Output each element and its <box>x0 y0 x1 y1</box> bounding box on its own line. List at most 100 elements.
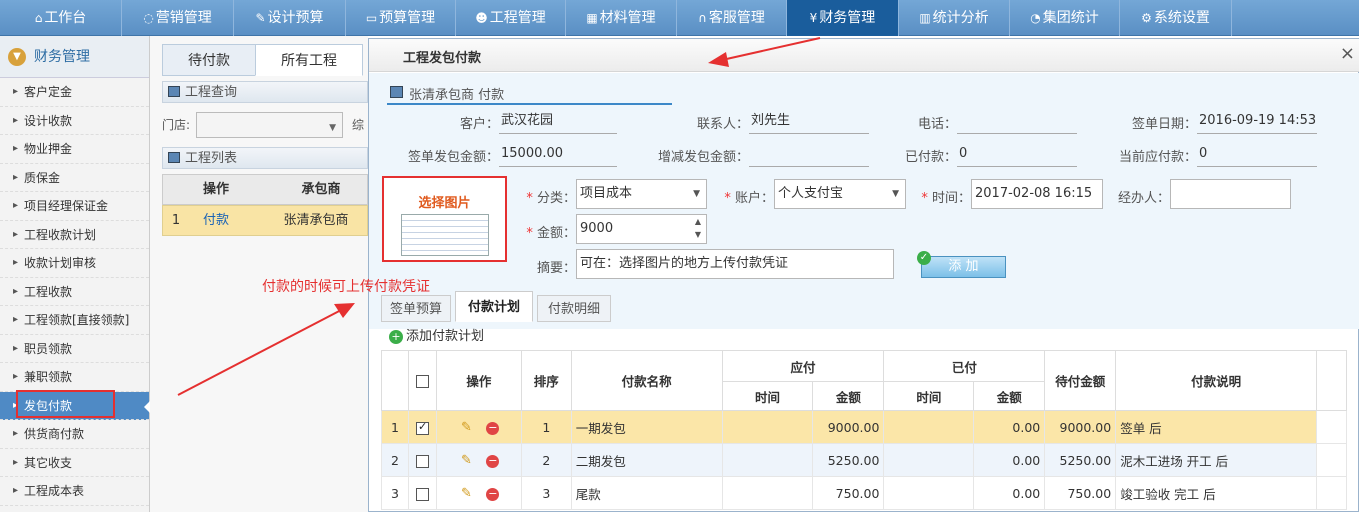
delete-icon[interactable]: − <box>486 422 500 435</box>
sidebar-item-plan-review[interactable]: 收款计划审核 <box>0 249 149 278</box>
sidebar-item-property-deposit[interactable]: 物业押金 <box>0 135 149 164</box>
add-button[interactable]: ✓ 添 加 <box>917 251 1006 278</box>
project-list-header: 工程列表 <box>162 147 368 169</box>
account-select[interactable]: 个人支付宝 ▼ <box>774 179 906 209</box>
nav-item-service[interactable]: ∩ 客服管理 <box>677 0 787 36</box>
pie-icon: ◔ <box>1030 11 1041 25</box>
nav-item-statistics[interactable]: ▥ 统计分析 <box>899 0 1010 36</box>
sidebar-item-subcontract-payment[interactable]: 发包付款 <box>0 391 150 420</box>
adjust-amount-value <box>749 143 869 167</box>
time-input[interactable]: 2017-02-08 16:15 <box>971 179 1103 209</box>
sidebar-item-other[interactable]: 其它收支 <box>0 449 149 477</box>
tab-contract-budget[interactable]: 签单预算 <box>381 295 451 322</box>
gear-icon: ⚙ <box>1141 11 1152 25</box>
home-icon: ⌂ <box>34 11 43 25</box>
nav-item-material[interactable]: ▦ 材料管理 <box>566 0 677 36</box>
pencil-icon[interactable]: ✎ <box>458 453 474 468</box>
nav-item-project[interactable]: ☻ 工程管理 <box>456 0 566 36</box>
chevron-down-icon: ▼ <box>892 189 899 199</box>
dialog-titlebar: 工程发包付款 × <box>369 39 1359 72</box>
table-row[interactable]: 1 ✎− 1 一期发包 9000.00 0.00 9000.00 签单 后 <box>381 410 1348 444</box>
sidebar: ▼财务管理 客户定金 设计收款 物业押金 质保金 项目经理保证金 工程收款计划 … <box>0 36 150 512</box>
sidebar-item-pm-guarantee[interactable]: 项目经理保证金 <box>0 192 149 221</box>
pencil-icon[interactable]: ✎ <box>458 486 474 501</box>
image-upload[interactable]: 选择图片 <box>382 176 507 262</box>
sidebar-item-customer-deposit[interactable]: 客户定金 <box>0 78 149 107</box>
contact-value: 刘先生 <box>749 110 869 134</box>
nav-item-finance[interactable]: ¥ 财务管理 <box>787 0 899 36</box>
select-all-checkbox[interactable] <box>407 350 437 411</box>
nav-item-settings[interactable]: ⚙ 系统设置 <box>1120 0 1232 36</box>
nav-item-design-budget[interactable]: ✎ 设计预算 <box>234 0 346 36</box>
sidebar-item-staff-draw[interactable]: 职员领款 <box>0 335 149 363</box>
paid-value: 0 <box>957 143 1077 167</box>
pencil-icon[interactable]: ✎ <box>458 420 474 435</box>
project-panel: 待付款 所有工程 工程查询 门店: ▼ 综 工程列表 操作 承包商 1 付款 张… <box>150 36 368 512</box>
project-list-head: 操作 承包商 <box>162 174 368 205</box>
nav-item-group-stats[interactable]: ◔ 集团统计 <box>1010 0 1120 36</box>
signdate-value: 2016-09-19 14:53 <box>1197 110 1317 134</box>
sidebar-item-receipt-plan[interactable]: 工程收款计划 <box>0 221 149 249</box>
contract-amount-value: 15000.00 <box>499 143 617 167</box>
category-select[interactable]: 项目成本 ▼ <box>576 179 707 209</box>
row-checkbox[interactable] <box>415 454 429 468</box>
sidebar-item-project-receipt[interactable]: 工程收款 <box>0 278 149 306</box>
spinner-arrows-icon[interactable]: ▲ ▼ <box>695 215 701 241</box>
yen-icon: ¥ <box>809 11 818 25</box>
sidebar-item-cost-table[interactable]: 工程成本表 <box>0 477 149 506</box>
tab-payment-plan[interactable]: 付款计划 <box>455 291 533 322</box>
phone-value <box>957 110 1077 134</box>
payment-plan-table: 操作 排序 付款名称 应付 已付 待付金额 付款说明 时间 金额 时间 金额 1… <box>381 350 1348 510</box>
project-query-header: 工程查询 <box>162 81 368 103</box>
chevron-down-icon: ▼ <box>8 48 26 66</box>
plus-icon: + <box>389 330 403 344</box>
chat-icon: ◌ <box>143 11 154 25</box>
store-select[interactable]: ▼ <box>196 112 343 138</box>
sidebar-item-supplier-payment[interactable]: 供货商付款 <box>0 420 149 449</box>
nav-item-workbench[interactable]: ⌂ 工作台 <box>0 0 122 36</box>
store-filter: 门店: ▼ 综 <box>162 110 368 140</box>
monitor-icon <box>168 86 180 97</box>
sidebar-item-direct-draw[interactable]: 工程领款[直接领款] <box>0 306 149 335</box>
payment-form: 张清承包商 付款 客户： 武汉花园 联系人： 刘先生 电话： 签单日期： 201… <box>369 73 1359 329</box>
top-nav: ⌂ 工作台 ◌ 营销管理 ✎ 设计预算 ▭ 预算管理 ☻ 工程管理 ▦ 材料管理 ∩ 客服管理… <box>0 0 1359 36</box>
add-plan-link[interactable]: + 添加付款计划 <box>381 324 1347 350</box>
dialog-title: 工程发包付款 <box>403 51 482 66</box>
sidebar-header[interactable]: ▼ 财务管理 <box>0 36 149 78</box>
chart-icon: ▥ <box>919 11 931 25</box>
delete-icon[interactable]: − <box>486 455 500 468</box>
monitor-icon <box>390 86 403 98</box>
users-icon: ☻ <box>475 11 488 25</box>
check-icon: ✓ <box>917 251 931 265</box>
delete-icon[interactable]: − <box>486 488 500 501</box>
edit-icon: ✎ <box>255 11 266 25</box>
section-title: 张清承包商 付款 <box>387 84 672 105</box>
annotation-text: 付款的时候可上传付款凭证 <box>262 279 430 295</box>
remark-input[interactable]: 可在：选择图片的地方上传付款凭证 <box>576 249 894 279</box>
headset-icon: ∩ <box>698 11 707 25</box>
chevron-down-icon: ▼ <box>693 189 700 199</box>
table-row[interactable]: 3 ✎ − 3 尾款 750.00 0.00 750.00 竣工验收 完工 后 <box>381 476 1348 510</box>
grid-icon: ▦ <box>586 11 598 25</box>
payment-dialog: 工程发包付款 × 张清承包商 付款 客户： 武汉花园 联系人： 刘先生 电话： … <box>368 38 1359 512</box>
pay-link[interactable]: 付款 <box>191 206 241 235</box>
row-checkbox[interactable] <box>415 487 429 501</box>
handler-input[interactable] <box>1170 179 1291 209</box>
sidebar-item-parttime-draw[interactable]: 兼职领款 <box>0 363 149 392</box>
tab-all-projects[interactable]: 所有工程 <box>255 44 363 76</box>
checkbox[interactable] <box>415 375 429 388</box>
tab-pending-payment[interactable]: 待付款 <box>162 44 256 76</box>
project-list-row[interactable]: 1 付款 张清承包商 <box>162 205 368 236</box>
chevron-down-icon: ▼ <box>329 123 336 133</box>
tab-payment-detail[interactable]: 付款明细 <box>537 295 611 322</box>
customer-value: 武汉花园 <box>499 110 617 134</box>
nav-item-marketing[interactable]: ◌ 营销管理 <box>122 0 234 36</box>
row-checkbox[interactable] <box>415 420 429 435</box>
table-row[interactable]: 2 ✎ − 2 二期发包 5250.00 0.00 5250.00 泥木工进场 开… <box>381 443 1348 477</box>
sidebar-item-warranty[interactable]: 质保金 <box>0 164 149 192</box>
close-icon[interactable]: × <box>1340 43 1355 64</box>
nav-item-budget[interactable]: ▭ 预算管理 <box>346 0 456 36</box>
receipt-thumbnail-icon <box>401 214 489 256</box>
sidebar-item-design-receipt[interactable]: 设计收款 <box>0 107 149 135</box>
amount-stepper[interactable]: 9000 ▲ ▼ <box>576 214 707 244</box>
